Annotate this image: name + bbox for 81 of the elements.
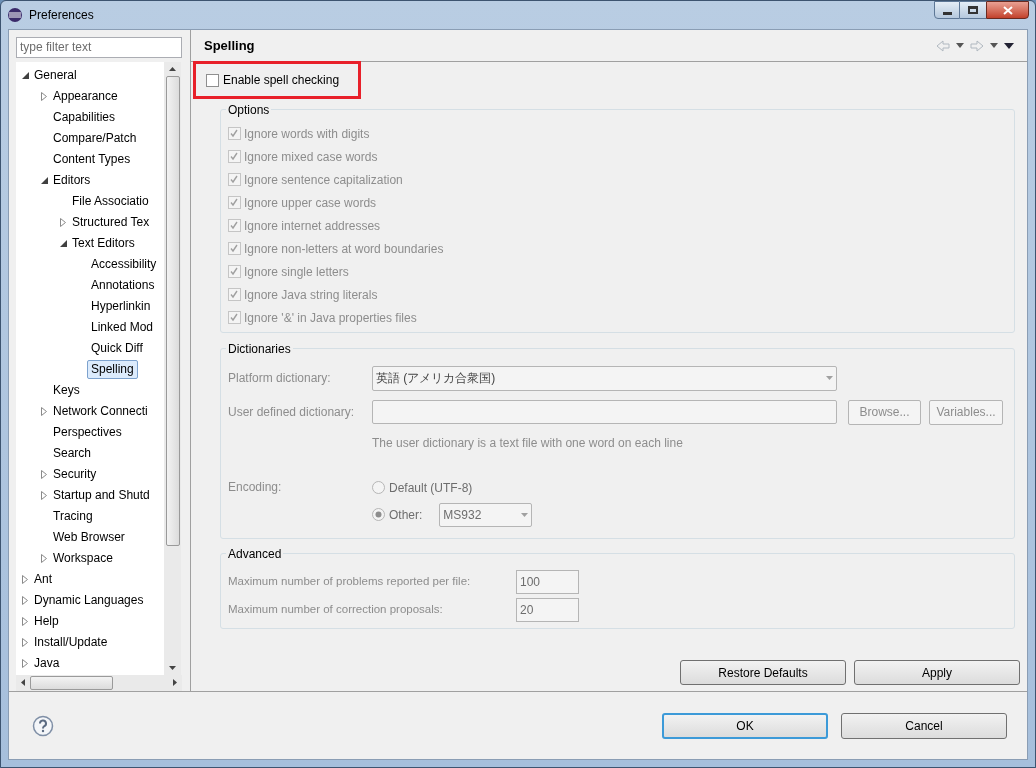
apply-button[interactable]: Apply	[854, 660, 1020, 685]
tree-item[interactable]: Compare/Patch	[52, 129, 138, 148]
dictionary-path-field[interactable]	[372, 400, 837, 424]
collapsed-triangle-icon[interactable]	[41, 91, 47, 101]
close-button[interactable]	[986, 1, 1029, 19]
restore-defaults-button[interactable]: Restore Defaults	[680, 660, 846, 685]
field-label: Maximum number of problems reported per file:	[228, 574, 472, 590]
tree-item[interactable]: Spelling	[87, 359, 138, 379]
hint-text: The user dictionary is a text file with one word on each line	[372, 435, 683, 452]
scroll-up-icon[interactable]	[169, 66, 176, 71]
dropdown-caret-icon[interactable]	[990, 43, 998, 48]
tree-item[interactable]: Quick Diff	[90, 339, 144, 358]
tree-item[interactable]: Tracing	[52, 507, 94, 526]
tree-item[interactable]: Keys	[52, 381, 81, 400]
dropdown-caret-icon[interactable]	[956, 43, 964, 48]
scroll-left-icon[interactable]	[21, 679, 25, 687]
vertical-scrollbar[interactable]	[164, 61, 181, 675]
view-menu-icon[interactable]	[1004, 42, 1014, 49]
tree-item[interactable]: Install/Update	[33, 633, 109, 652]
tree-item[interactable]: Java	[33, 654, 61, 673]
app-icon	[7, 7, 23, 23]
expanded-triangle-icon[interactable]	[22, 71, 29, 79]
dialog-button[interactable]: OK	[662, 712, 828, 739]
scroll-right-icon[interactable]	[173, 679, 177, 687]
expanded-triangle-icon[interactable]	[41, 176, 48, 184]
tree-item[interactable]: Ant	[33, 570, 53, 589]
tree-item[interactable]: Help	[33, 612, 60, 631]
tree-item[interactable]: Startup and Shutd	[52, 486, 151, 505]
page-title: Spelling	[204, 36, 255, 55]
checkbox[interactable]	[206, 73, 219, 87]
field-label: Maximum number of correction proposals:	[228, 602, 444, 618]
field-label: User defined dictionary:	[228, 404, 356, 421]
tree-item[interactable]: Linked Mod	[90, 318, 155, 337]
tree-item[interactable]: General	[33, 66, 78, 85]
tree-item[interactable]: Structured Tex	[71, 213, 151, 232]
collapsed-triangle-icon[interactable]	[22, 595, 28, 605]
collapsed-triangle-icon[interactable]	[41, 406, 47, 416]
dictionary-dropdown[interactable]: 英語 (アメリカ合衆国)	[372, 365, 837, 391]
tree-item[interactable]: Text Editors	[71, 234, 136, 253]
tree-item[interactable]: Appearance	[52, 87, 119, 106]
collapsed-triangle-icon[interactable]	[41, 490, 47, 500]
window-title: Preferences	[29, 7, 94, 24]
radio-label[interactable]: Default (UTF-8)	[389, 478, 473, 497]
tree-item[interactable]: Accessibility	[90, 255, 158, 274]
tree-item[interactable]: Search	[52, 444, 93, 463]
scroll-down-icon[interactable]	[169, 665, 176, 670]
tree-item[interactable]: Workspace	[52, 549, 114, 568]
radio-button[interactable]	[372, 481, 385, 494]
tree-item[interactable]: Network Connecti	[52, 402, 149, 421]
collapsed-triangle-icon[interactable]	[22, 616, 28, 626]
help-icon[interactable]	[32, 714, 54, 737]
tree-item[interactable]: Security	[52, 465, 98, 484]
tree-item[interactable]: Hyperlinkin	[90, 297, 152, 316]
collapsed-triangle-icon[interactable]	[41, 553, 47, 563]
tree-item[interactable]: Editors	[52, 171, 92, 190]
radio-button[interactable]	[372, 508, 385, 521]
collapsed-triangle-icon[interactable]	[22, 637, 28, 647]
maximize-button[interactable]	[960, 1, 986, 19]
tree-item[interactable]: Perspectives	[52, 423, 123, 442]
tree-item[interactable]: Annotations	[90, 276, 156, 295]
encoding-dropdown[interactable]: MS932	[439, 502, 533, 527]
field-label: Encoding:	[228, 479, 283, 496]
collapsed-triangle-icon[interactable]	[60, 217, 66, 227]
number-field[interactable]: 20	[516, 598, 579, 622]
tree-item[interactable]: Dynamic Languages	[33, 591, 145, 610]
checkbox-label[interactable]: Enable spell checking	[223, 71, 340, 89]
number-field[interactable]: 100	[516, 570, 579, 594]
collapsed-triangle-icon[interactable]	[22, 574, 28, 584]
collapsed-triangle-icon[interactable]	[22, 658, 28, 668]
tree-item[interactable]: Web Browser	[52, 528, 126, 547]
field-label: Platform dictionary:	[228, 370, 332, 387]
collapsed-triangle-icon[interactable]	[41, 469, 47, 479]
dialog-button[interactable]: Cancel	[841, 712, 1007, 739]
close-icon	[1002, 5, 1013, 15]
tree-item[interactable]: File Associatio	[71, 192, 150, 211]
tree-item[interactable]: Content Types	[52, 150, 132, 169]
minimize-button[interactable]	[934, 1, 960, 19]
radio-label[interactable]: Other:	[389, 505, 423, 524]
tree-item[interactable]: Capabilities	[52, 108, 117, 127]
filter-field[interactable]: type filter text	[16, 37, 182, 58]
expanded-triangle-icon[interactable]	[60, 239, 67, 247]
